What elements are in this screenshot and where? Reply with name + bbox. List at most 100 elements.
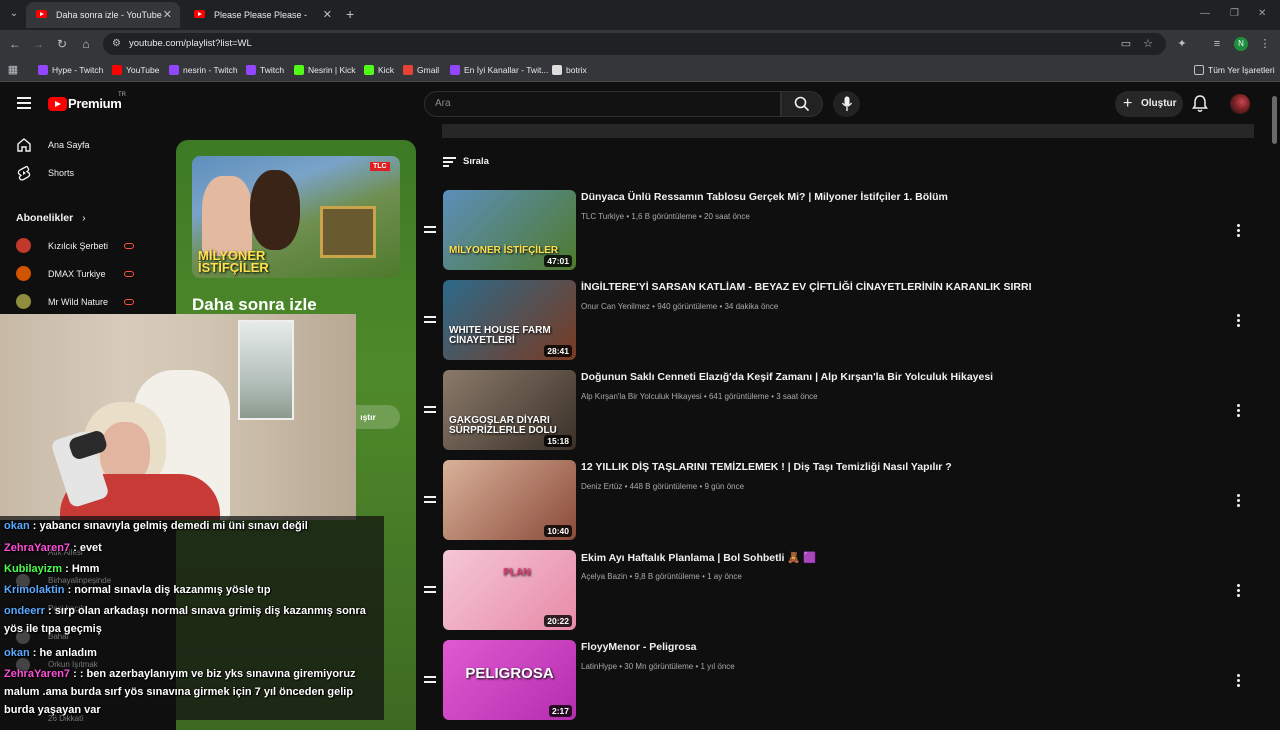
apps-grid-icon[interactable]: ▦ [6, 63, 20, 77]
subscription-item[interactable]: Kızılcık Şerbeti [16, 235, 166, 257]
minimize-icon[interactable]: — [1200, 8, 1210, 19]
playlist-video-row[interactable]: MİLYONER İSTİFÇİLER 47:01 Dünyaca Ünlü Res… [420, 190, 1260, 272]
more-options-icon[interactable] [1237, 224, 1241, 238]
reload-icon[interactable]: ↻ [54, 36, 70, 52]
bookmark-item[interactable]: botrix [552, 64, 587, 76]
search-button[interactable] [781, 91, 823, 117]
playlist-video-row[interactable]: PLAN 20:22 Ekim Ayı Haftalık Planlama | Bo… [420, 550, 1260, 632]
bookmark-item[interactable]: YouTube [112, 64, 159, 76]
channel-name[interactable]: LatinHype [581, 662, 617, 671]
subscription-item[interactable]: Mr Wild Nature [16, 291, 166, 313]
close-tab-icon[interactable]: ✕ [323, 2, 332, 28]
more-options-icon[interactable] [1237, 674, 1241, 688]
youtube-header: Premium TR + Oluştur [0, 82, 1280, 126]
all-bookmarks-label: Tüm Yer İşaretleri [1208, 65, 1275, 75]
video-meta: Deniz Ertüz • 448 B görüntüleme • 9 gün … [581, 482, 744, 491]
search-box[interactable] [424, 91, 781, 117]
channel-name[interactable]: Deniz Ertüz [581, 482, 622, 491]
notifications-bell-icon[interactable] [1192, 95, 1208, 113]
video-thumbnail[interactable]: GAKGOŞLAR DİYARI SÜRPRİZLERLE DOLU 15:18 [443, 370, 576, 450]
playlist-video-row[interactable]: WHITE HOUSE FARM CİNAYETLERİ 28:41 İNGİLTE… [420, 280, 1260, 362]
drag-handle-icon[interactable] [424, 406, 436, 414]
playlist-video-row[interactable]: PELIGROSA 2:17 FloyyMenor - Peligrosa Latin… [420, 640, 1260, 722]
extensions-icon[interactable]: ✦ [1175, 37, 1189, 51]
video-thumbnail[interactable]: 10:40 [443, 460, 576, 540]
sidebar-item-home[interactable]: Ana Sayfa [16, 134, 166, 156]
bookmark-label: botrix [566, 65, 587, 75]
subscriptions-heading[interactable]: Abonelikler › [16, 212, 86, 224]
video-thumbnail[interactable]: PELIGROSA 2:17 [443, 640, 576, 720]
back-icon[interactable]: ← [7, 36, 23, 52]
bookmark-item[interactable]: Hype - Twitch [38, 64, 103, 76]
forward-icon[interactable]: → [30, 36, 46, 52]
more-options-icon[interactable] [1237, 494, 1241, 508]
more-options-icon[interactable] [1237, 584, 1241, 598]
chat-message: ZehraYaren7 : : ben azerbaylanıyım ve bi… [4, 665, 380, 719]
bookmark-item[interactable]: Nesrin | Kick [294, 64, 356, 76]
tab-title: Daha sonra izle - YouTube [56, 10, 162, 20]
browser-tab[interactable]: Please Please Please - YouTube ✕ [184, 2, 340, 46]
view-count: 30 Mn görüntüleme [624, 662, 694, 671]
bookmark-item[interactable]: nesrin - Twitch [169, 64, 238, 76]
playlist-video-row[interactable]: 10:40 12 YILLIK DİŞ TAŞLARINI TEMİZLEMEK … [420, 460, 1260, 542]
bookmark-item[interactable]: Gmail [403, 64, 439, 76]
chat-message: okan : he anladım [4, 644, 380, 662]
upload-age: 20 saat önce [704, 212, 750, 221]
playlist-video-row[interactable]: GAKGOŞLAR DİYARI SÜRPRİZLERLE DOLU 15:18 D… [420, 370, 1260, 452]
drag-handle-icon[interactable] [424, 586, 436, 594]
new-tab-icon[interactable]: + [346, 6, 354, 22]
bookmark-item[interactable]: En İyi Kanallar - Twit... [450, 64, 548, 76]
room-window [238, 320, 294, 420]
more-options-icon[interactable] [1237, 314, 1241, 328]
bookmark-star-icon[interactable]: ☆ [1141, 37, 1155, 51]
media-control-icon[interactable]: ≡ [1210, 37, 1224, 51]
channel-name[interactable]: TLC Turkiye [581, 212, 624, 221]
video-title[interactable]: Ekim Ayı Haftalık Planlama | Bol Sohbetl… [581, 551, 816, 564]
home-icon[interactable]: ⌂ [78, 36, 94, 52]
video-thumbnail[interactable]: PLAN 20:22 [443, 550, 576, 630]
video-title[interactable]: 12 YILLIK DİŞ TAŞLARINI TEMİZLEMEK ! | D… [581, 461, 952, 473]
cast-icon[interactable]: ▭ [1119, 37, 1133, 51]
chrome-menu-icon[interactable]: ⋮ [1258, 37, 1272, 51]
video-title[interactable]: Doğunun Saklı Cenneti Elazığ'da Keşif Za… [581, 371, 993, 383]
video-duration: 15:18 [544, 435, 572, 447]
close-window-icon[interactable]: ✕ [1258, 8, 1266, 19]
tab-search-icon[interactable]: ⌄ [6, 6, 22, 22]
subscription-item[interactable]: DMAX Turkiye [16, 263, 166, 285]
sidebar-item-shorts[interactable]: Shorts [16, 162, 166, 184]
maximize-icon[interactable]: ❐ [1230, 8, 1239, 19]
drag-handle-icon[interactable] [424, 226, 436, 234]
video-thumbnail[interactable]: MİLYONER İSTİFÇİLER 47:01 [443, 190, 576, 270]
page-scrollbar[interactable] [1272, 96, 1277, 144]
more-options-icon[interactable] [1237, 404, 1241, 418]
voice-search-button[interactable] [833, 91, 860, 117]
channel-name[interactable]: Açelya Bazin [581, 572, 627, 581]
drag-handle-icon[interactable] [424, 316, 436, 324]
drag-handle-icon[interactable] [424, 676, 436, 684]
view-count: 448 B görüntüleme [629, 482, 698, 491]
sort-button[interactable]: Sırala [443, 155, 489, 169]
stream-chat-overlay: Atık Ailesi Birhayalinpeşinde Peşi kaçık… [0, 516, 384, 723]
playlist-thumbnail[interactable]: TLC MİLYONER İSTİFÇİLER [192, 156, 400, 278]
profile-avatar[interactable]: N [1234, 37, 1248, 51]
bookmark-favicon-icon [246, 65, 256, 75]
video-title[interactable]: Dünyaca Ünlü Ressamın Tablosu Gerçek Mi?… [581, 191, 948, 203]
address-bar[interactable]: ⚙ youtube.com/playlist?list=WL [103, 33, 1166, 55]
bookmark-item[interactable]: Twitch [246, 64, 284, 76]
channel-name[interactable]: Onur Can Yenilmez [581, 302, 650, 311]
bookmark-item[interactable]: Kick [364, 64, 394, 76]
all-bookmarks-folder[interactable]: Tüm Yer İşaretleri [1194, 64, 1275, 76]
account-avatar[interactable] [1230, 94, 1250, 114]
channel-name[interactable]: Alp Kırşan'la Bir Yolculuk Hikayesi [581, 392, 702, 401]
close-tab-icon[interactable]: ✕ [163, 2, 172, 28]
browser-tab-active[interactable]: Daha sonra izle - YouTube ✕ [26, 2, 180, 28]
menu-icon[interactable] [17, 97, 31, 109]
video-thumbnail[interactable]: WHITE HOUSE FARM CİNAYETLERİ 28:41 [443, 280, 576, 360]
video-title[interactable]: İNGİLTERE'Yİ SARSAN KATLİAM - BEYAZ EV Ç… [581, 281, 1032, 293]
create-button[interactable]: + Oluştur [1115, 91, 1183, 117]
site-info-icon[interactable]: ⚙ [112, 38, 121, 49]
drag-handle-icon[interactable] [424, 496, 436, 504]
search-input[interactable] [435, 98, 765, 109]
video-duration: 28:41 [544, 345, 572, 357]
video-title[interactable]: FloyyMenor - Peligrosa [581, 641, 697, 653]
